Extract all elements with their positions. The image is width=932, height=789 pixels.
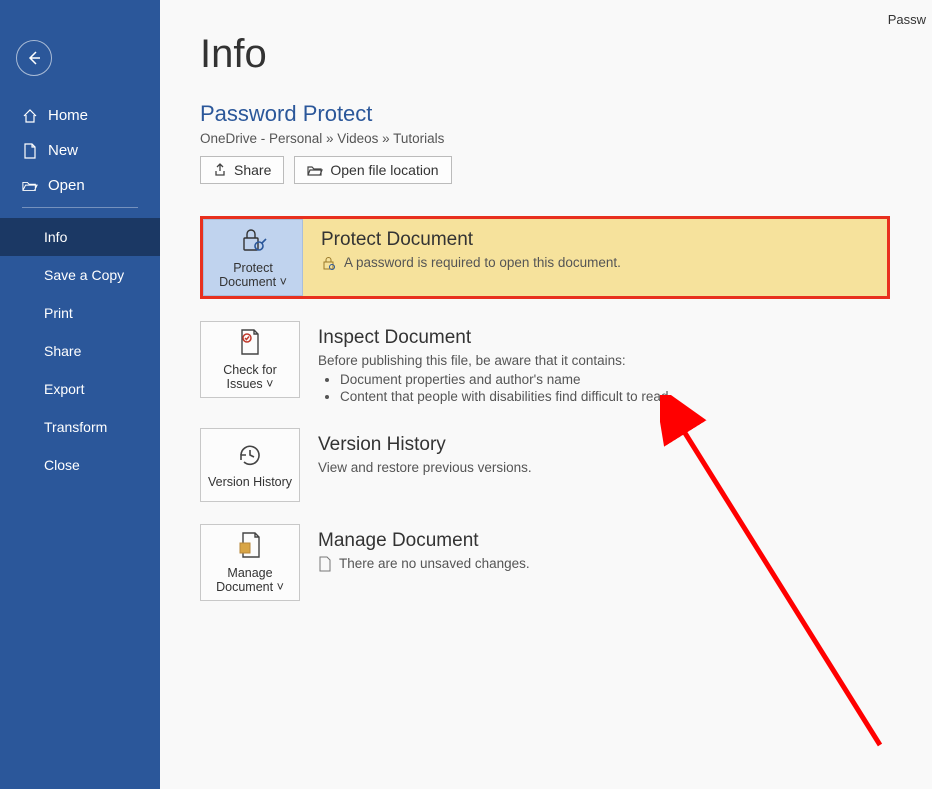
open-file-location-button[interactable]: Open file location (294, 156, 451, 184)
protect-document-section: Protect Document ˅ Protect Document A pa… (200, 216, 890, 299)
sidebar-item-save-copy[interactable]: Save a Copy (0, 256, 160, 294)
inspect-intro: Before publishing this file, be aware th… (318, 353, 626, 368)
document-check-icon (237, 328, 263, 359)
share-label: Share (234, 162, 271, 178)
title-fragment: Passw (888, 12, 926, 27)
sidebar-divider (22, 207, 138, 208)
sidebar-item-transform[interactable]: Transform (0, 408, 160, 446)
version-title: Version History (318, 434, 890, 456)
sidebar-item-home[interactable]: Home (0, 98, 160, 133)
sidebar-label: Home (48, 107, 88, 124)
protect-document-button[interactable]: Protect Document ˅ (203, 219, 303, 296)
page-title: Info (200, 32, 932, 77)
protect-desc: A password is required to open this docu… (344, 255, 621, 270)
folder-open-icon (22, 178, 38, 194)
protect-title: Protect Document (321, 229, 877, 251)
main-content: Passw Info Password Protect OneDrive - P… (160, 0, 932, 789)
manage-desc: There are no unsaved changes. (339, 556, 530, 571)
protect-btn-label: Protect Document ˅ (208, 261, 298, 289)
document-name: Password Protect (200, 101, 932, 127)
share-icon (213, 163, 227, 177)
back-arrow-icon (26, 50, 42, 66)
back-button[interactable] (16, 40, 52, 76)
lock-small-icon (321, 255, 337, 274)
sidebar-item-print[interactable]: Print (0, 294, 160, 332)
inspect-document-section: Check for Issues ˅ Inspect Document Befo… (200, 321, 890, 406)
sidebar-item-share[interactable]: Share (0, 332, 160, 370)
home-icon (22, 108, 38, 124)
inspect-item: Content that people with disabilities fi… (340, 389, 890, 404)
lock-key-icon (238, 226, 268, 257)
chevron-down-icon: ˅ (266, 377, 273, 391)
check-for-issues-button[interactable]: Check for Issues ˅ (200, 321, 300, 398)
sidebar-label: Open (48, 177, 85, 194)
breadcrumb: OneDrive - Personal » Videos » Tutorials (200, 131, 932, 146)
version-history-button[interactable]: Version History (200, 428, 300, 502)
document-manage-icon (237, 531, 263, 562)
manage-title: Manage Document (318, 530, 890, 552)
sidebar-item-open[interactable]: Open (0, 168, 160, 203)
version-desc: View and restore previous versions. (318, 460, 532, 475)
inspect-title: Inspect Document (318, 327, 890, 349)
version-btn-label: Version History (208, 475, 292, 489)
inspect-btn-label: Check for Issues ˅ (205, 363, 295, 391)
sidebar-item-export[interactable]: Export (0, 370, 160, 408)
inspect-item: Document properties and author's name (340, 372, 890, 387)
share-button[interactable]: Share (200, 156, 284, 184)
history-icon (237, 442, 263, 471)
document-small-icon (318, 556, 332, 575)
open-file-location-label: Open file location (330, 162, 438, 178)
sidebar-item-new[interactable]: New (0, 133, 160, 168)
version-history-section: Version History Version History View and… (200, 428, 890, 502)
manage-document-section: Manage Document ˅ Manage Document There … (200, 524, 890, 601)
manage-btn-label: Manage Document ˅ (205, 566, 295, 594)
chevron-down-icon: ˅ (280, 275, 287, 289)
new-doc-icon (22, 143, 38, 159)
backstage-sidebar: Home New Open Info Save a Copy Print Sha… (0, 0, 160, 789)
sidebar-item-close[interactable]: Close (0, 446, 160, 484)
manage-document-button[interactable]: Manage Document ˅ (200, 524, 300, 601)
sidebar-item-info[interactable]: Info (0, 218, 160, 256)
sidebar-label: New (48, 142, 78, 159)
chevron-down-icon: ˅ (277, 580, 284, 594)
folder-icon (307, 164, 323, 177)
